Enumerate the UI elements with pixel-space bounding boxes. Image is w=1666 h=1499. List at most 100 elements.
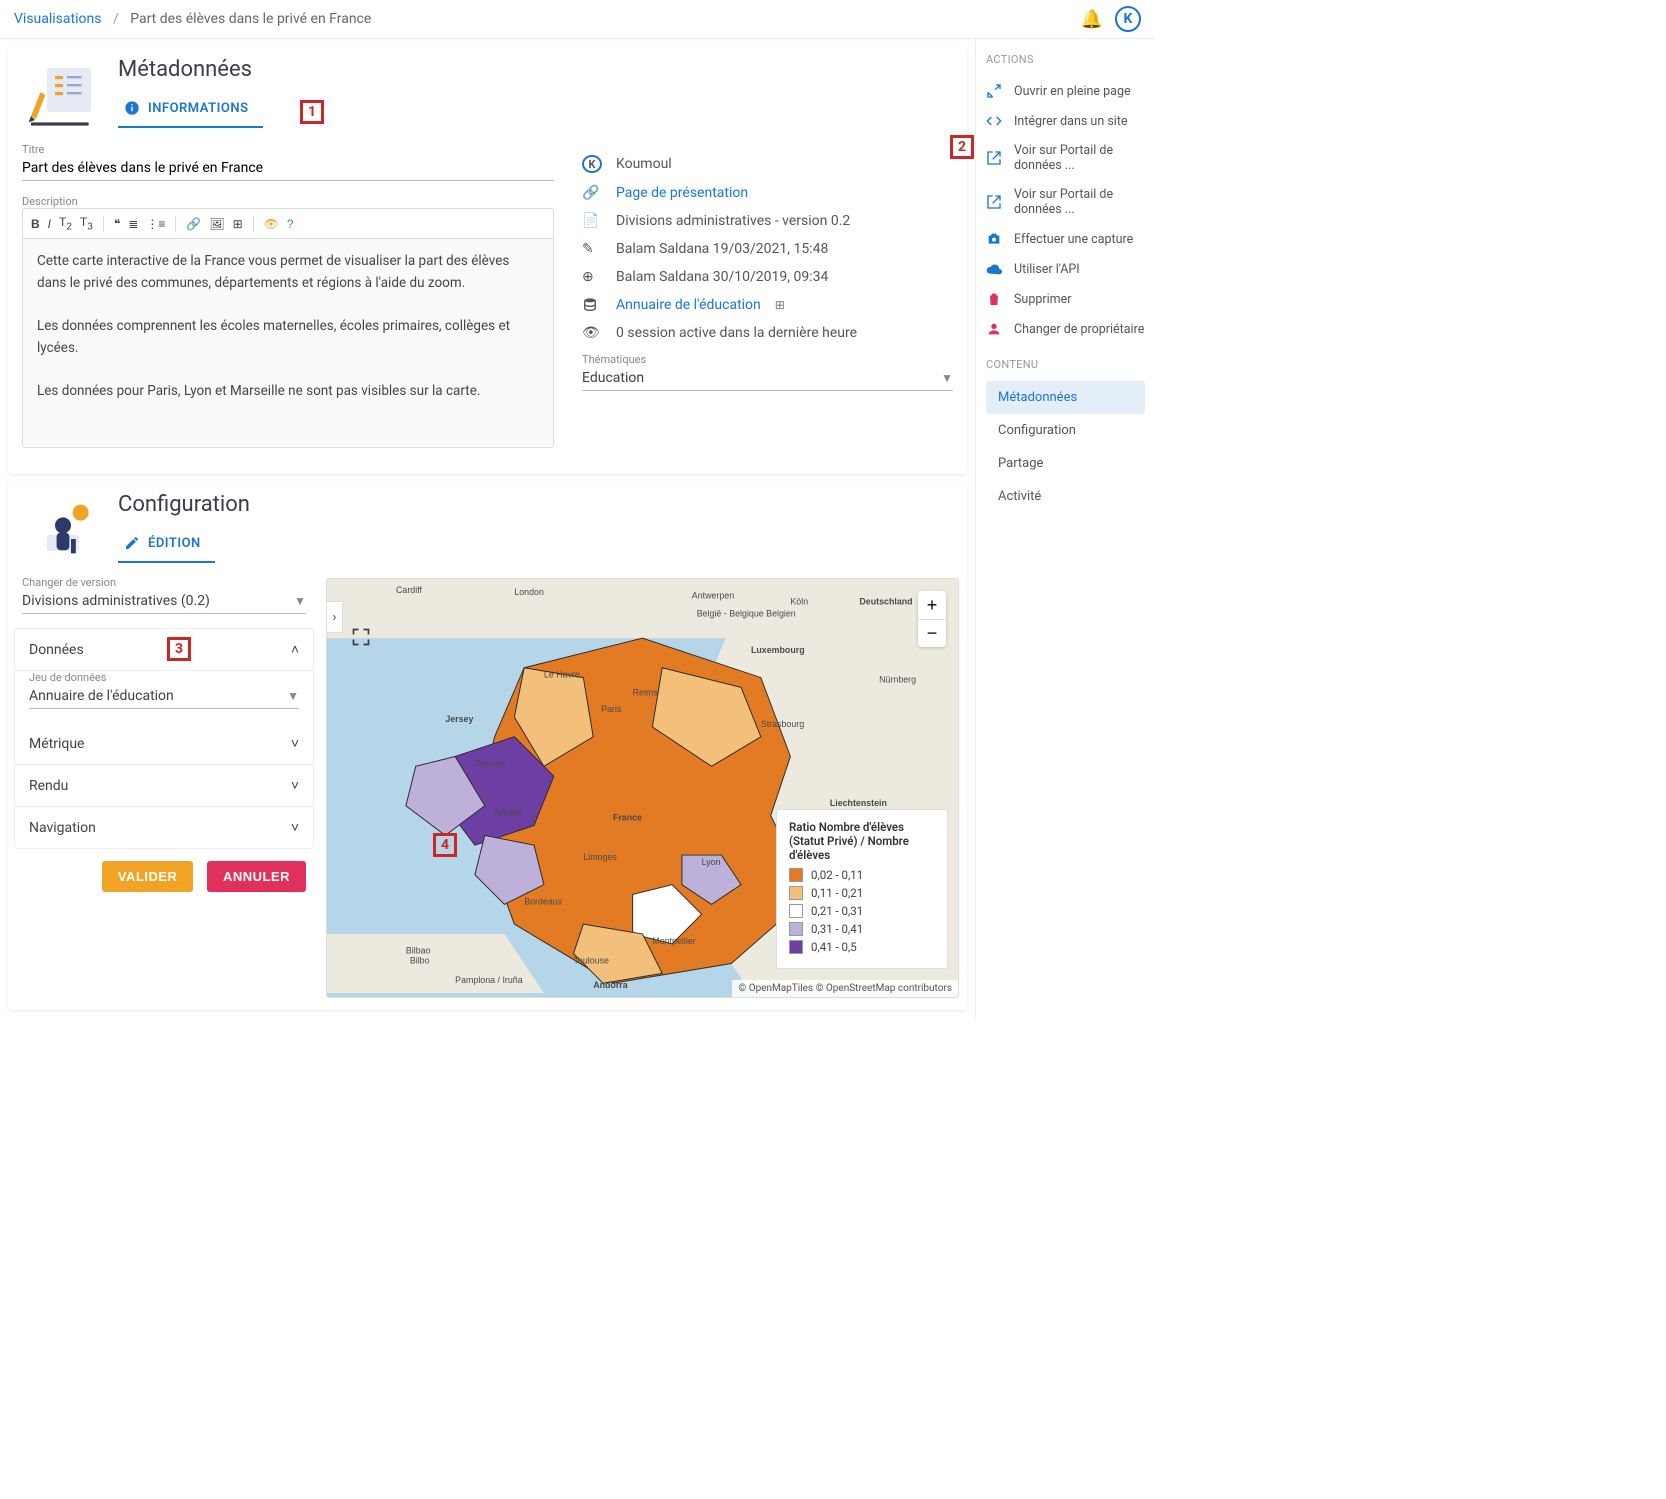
quote-button[interactable]: ❝: [114, 217, 120, 231]
nav-activite[interactable]: Activité: [986, 480, 1145, 513]
chevron-down-icon: ▼: [941, 371, 953, 385]
created-by: Balam Saldana 30/10/2019, 09:34: [616, 269, 828, 285]
svg-text:Pamplona / Iruña: Pamplona / Iruña: [455, 976, 523, 986]
chevron-down-icon: ˅: [291, 735, 299, 752]
italic-button[interactable]: I: [48, 217, 51, 231]
pencil-icon: ✎: [582, 241, 602, 257]
camera-icon: [986, 231, 1002, 247]
tab-edition[interactable]: ÉDITION: [118, 529, 215, 563]
bold-button[interactable]: B: [31, 217, 40, 231]
svg-text:Bilbo: Bilbo: [410, 956, 430, 966]
svg-text:Luxembourg: Luxembourg: [751, 645, 805, 655]
dataset-label: Jeu de données: [29, 671, 299, 684]
breadcrumb-current: Part des élèves dans le privé en France: [130, 11, 371, 27]
action-delete[interactable]: Supprimer: [986, 284, 1145, 314]
ul-button[interactable]: ⋮≡: [146, 217, 165, 231]
person-icon: [986, 321, 1002, 337]
theme-select[interactable]: Education ▼: [582, 366, 953, 391]
svg-text:Montpellier: Montpellier: [652, 936, 695, 946]
dataset-select[interactable]: Annuaire de l'éducation ▼: [29, 684, 299, 709]
action-portal-2[interactable]: Voir sur Portail de données ...: [986, 180, 1145, 224]
action-owner[interactable]: Changer de propriétaire: [986, 314, 1145, 344]
code-icon: [986, 113, 1002, 129]
action-portal-1[interactable]: Voir sur Portail de données ...: [986, 136, 1145, 180]
notifications-icon[interactable]: 🔔: [1081, 9, 1103, 30]
nav-configuration[interactable]: Configuration: [986, 414, 1145, 447]
svg-text:France: France: [613, 813, 642, 823]
fullscreen-icon[interactable]: [351, 627, 371, 647]
database-icon: [582, 297, 602, 313]
action-label: Supprimer: [1014, 292, 1071, 307]
chevron-down-icon: ▼: [294, 594, 306, 608]
action-capture[interactable]: Effectuer une capture: [986, 224, 1145, 254]
title-input[interactable]: [22, 156, 554, 181]
action-label: Voir sur Portail de données ...: [1014, 143, 1145, 173]
theme-value: Education: [582, 370, 644, 386]
marker-3: 3: [167, 637, 191, 661]
contenu-heading: CONTENU: [986, 358, 1145, 371]
table-icon[interactable]: ⊞: [775, 298, 785, 312]
dataset-link[interactable]: Annuaire de l'éducation: [616, 297, 761, 313]
valider-button[interactable]: VALIDER: [102, 861, 194, 892]
preview-button[interactable]: 👁: [264, 217, 279, 231]
legend-swatch: [789, 922, 803, 936]
svg-text:Jersey: Jersey: [445, 714, 473, 724]
link-button[interactable]: 🔗: [186, 217, 201, 231]
presentation-link[interactable]: Page de présentation: [616, 185, 748, 201]
svg-text:België - Belgique Belgien: België - Belgique Belgien: [697, 609, 796, 619]
app-logo-icon[interactable]: K: [1115, 6, 1141, 32]
action-open-fullpage[interactable]: Ouvrir en pleine page: [986, 76, 1145, 106]
description-editor[interactable]: Cette carte interactive de la France vou…: [22, 238, 554, 448]
description-p3: Les données pour Paris, Lyon et Marseill…: [37, 381, 539, 403]
updated-by: Balam Saldana 19/03/2021, 15:48: [616, 241, 828, 257]
ol-button[interactable]: ≣: [128, 217, 138, 231]
section-metrique-label: Métrique: [29, 736, 84, 752]
action-embed[interactable]: Intégrer dans un site: [986, 106, 1145, 136]
zoom-in-button[interactable]: +: [918, 591, 946, 619]
description-p1: Cette carte interactive de la France vou…: [37, 251, 539, 294]
legend-swatch: [789, 940, 803, 954]
version-label: Changer de version: [22, 576, 306, 589]
theme-label: Thématiques: [582, 353, 953, 366]
version-select[interactable]: Divisions administratives (0.2) ▼: [22, 589, 306, 614]
chevron-up-icon: ˄: [291, 641, 299, 658]
sessions-info: 0 session active dans la dernière heure: [616, 325, 857, 341]
breadcrumb-root[interactable]: Visualisations: [14, 11, 101, 27]
section-rendu[interactable]: Rendu ˅: [15, 765, 313, 807]
tab-informations[interactable]: INFORMATIONS: [118, 94, 263, 128]
help-button[interactable]: ?: [287, 217, 294, 231]
heading2-button[interactable]: T2: [59, 215, 72, 232]
svg-text:Rennes: Rennes: [475, 759, 506, 769]
admin-version: Divisions administratives - version 0.2: [616, 213, 850, 229]
map-legend: Ratio Nombre d'élèves (Statut Privé) / N…: [776, 809, 948, 969]
metadata-illustration: [8, 47, 118, 137]
external-icon: [986, 194, 1002, 210]
table-button[interactable]: ⊞: [233, 217, 243, 231]
map-collapse-icon[interactable]: ›: [327, 601, 343, 633]
map-canvas[interactable]: Cardiff London Antwerpen België - Belgiq…: [326, 578, 959, 998]
action-api[interactable]: Utiliser l'API: [986, 254, 1145, 284]
section-navigation[interactable]: Navigation ˅: [15, 807, 313, 848]
pencil-tab-icon: [124, 535, 140, 551]
svg-text:Deutschland: Deutschland: [859, 597, 912, 607]
chevron-down-icon: ▼: [287, 689, 299, 703]
legend-label: 0,02 - 0,11: [811, 868, 863, 882]
section-donnees[interactable]: Données ˄: [15, 629, 313, 671]
config-title: Configuration: [118, 482, 250, 517]
config-illustration: [8, 482, 118, 572]
svg-text:Bilbao: Bilbao: [406, 946, 431, 956]
svg-text:Le Havre: Le Havre: [544, 670, 580, 680]
nav-metadonnees[interactable]: Métadonnées: [986, 381, 1145, 414]
version-value: Divisions administratives (0.2): [22, 593, 210, 609]
action-label: Ouvrir en pleine page: [1014, 84, 1131, 99]
annuler-button[interactable]: ANNULER: [207, 861, 306, 892]
image-button[interactable]: 🖼: [209, 217, 224, 231]
heading3-button[interactable]: T3: [80, 215, 93, 232]
section-metrique[interactable]: Métrique ˅: [15, 723, 313, 765]
svg-text:Antwerpen: Antwerpen: [692, 591, 734, 601]
zoom-out-button[interactable]: −: [918, 619, 946, 647]
chevron-down-icon: ˅: [291, 819, 299, 836]
action-label: Voir sur Portail de données ...: [1014, 187, 1145, 217]
nav-partage[interactable]: Partage: [986, 447, 1145, 480]
tab-informations-label: INFORMATIONS: [148, 101, 249, 116]
